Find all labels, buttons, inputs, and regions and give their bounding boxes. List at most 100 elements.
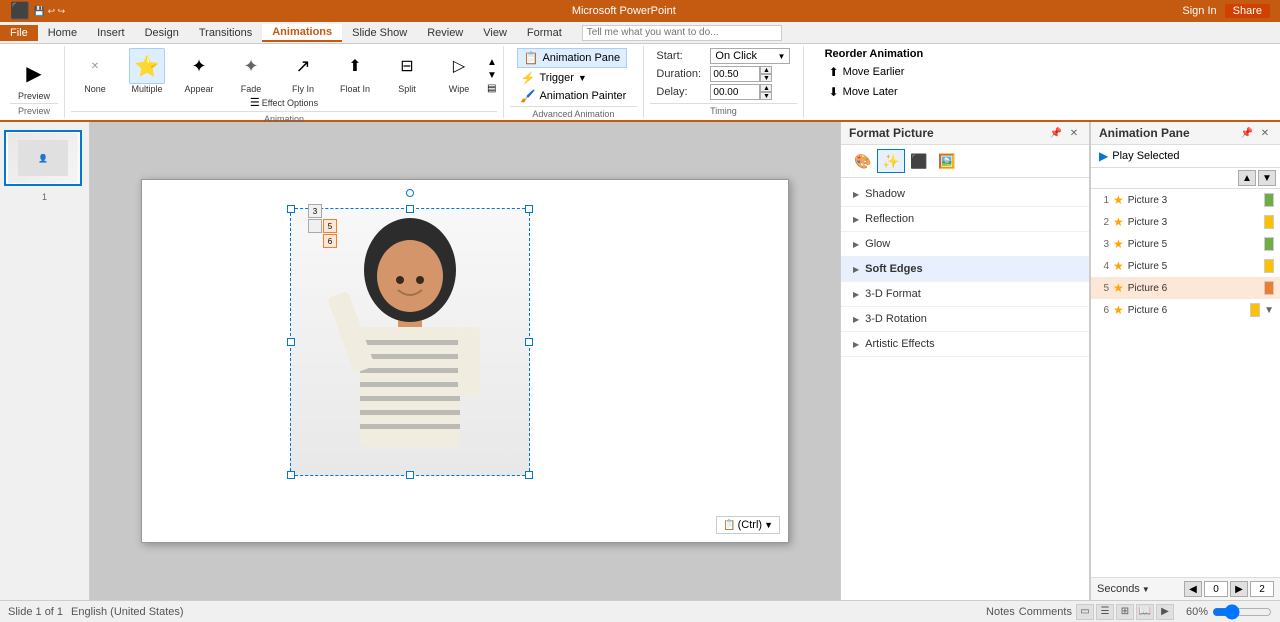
sign-in-link[interactable]: Sign In [1182,5,1216,17]
slideshow-btn[interactable]: ▶ [1156,604,1174,620]
multiple-button[interactable]: ⭐ Multiple [123,48,171,94]
tab-home[interactable]: Home [38,25,87,41]
tab-transitions[interactable]: Transitions [189,25,262,41]
tab-format[interactable]: Format [517,25,572,41]
slide-canvas[interactable]: 3 5 6 📋 (Ctrl) [141,179,789,543]
panel-close-button[interactable]: ✕ [1067,126,1081,140]
move-later-icon: ⬇ [829,85,839,99]
tab-insert[interactable]: Insert [87,25,135,41]
ctrl-tooltip[interactable]: 📋 (Ctrl) ▼ [716,516,780,534]
search-input[interactable] [582,25,782,41]
timeline-next[interactable]: ▶ [1230,581,1248,597]
anim-num-left[interactable] [308,219,322,233]
rotate-handle[interactable] [406,189,414,197]
tab-design[interactable]: Design [135,25,189,41]
glow-header[interactable]: ▶ Glow [841,232,1089,256]
ribbon-group-reorder: Reorder Animation ⬆ Move Earlier ⬇ Move … [804,46,944,118]
panel-icon-picture[interactable]: 🖼️ [933,149,961,173]
normal-view-btn[interactable]: ▭ [1076,604,1094,620]
split-button[interactable]: ⊟ Split [383,48,431,94]
reflection-header[interactable]: ▶ Reflection [841,207,1089,231]
anim-item-6-star: ★ [1113,303,1124,317]
preview-group-label: Preview [10,103,58,116]
trigger-button[interactable]: ⚡ Trigger ▼ [517,70,591,86]
delay-up[interactable]: ▲ [760,84,772,92]
scroll-up-button[interactable]: ▲ [487,57,497,68]
panel-icon-effects[interactable]: ✨ [877,149,905,173]
start-select[interactable]: On Click ▼ [710,48,790,64]
person-image [290,208,530,476]
3d-format-header[interactable]: ▶ 3-D Format [841,282,1089,306]
anim-item-4-star: ★ [1113,259,1124,273]
float-in-button[interactable]: ⬆ Float In [331,48,379,94]
anim-item-5[interactable]: 5 ★ Picture 6 [1091,277,1280,299]
anim-pane-close[interactable]: ✕ [1258,126,1272,140]
slide-sorter-btn[interactable]: ⊞ [1116,604,1134,620]
move-down-button[interactable]: ▼ [1258,170,1276,186]
wipe-button[interactable]: ▷ Wipe [435,48,483,94]
move-up-button[interactable]: ▲ [1238,170,1256,186]
more-animations-button[interactable]: ▤ [487,83,497,94]
slide-thumbnail[interactable]: 👤 [4,130,82,186]
duration-down[interactable]: ▼ [760,74,772,82]
panel-pin-button[interactable]: 📌 [1049,126,1063,140]
anim-badge-5[interactable]: 5 [323,219,337,233]
duration-input[interactable] [710,66,760,82]
start-value: On Click [715,50,757,62]
ribbon-tabs: File Home Insert Design Transitions Anim… [0,22,1280,44]
panel-icon-size[interactable]: ⬛ [905,149,933,173]
panel-icon-fill[interactable]: 🎨 [849,149,877,173]
soft-edges-header[interactable]: ▶ Soft Edges [841,257,1089,281]
effect-options-button[interactable]: ☰ Effect Options [250,96,318,109]
anim-badge-3[interactable]: 3 [308,204,322,218]
notes-button[interactable]: Notes [986,606,1015,618]
fade-button[interactable]: ✦ Fade [227,48,275,94]
fly-in-button[interactable]: ↗ Fly In [279,48,327,94]
anim-pane-pin[interactable]: 📌 [1240,126,1254,140]
anim-item-2[interactable]: 2 ★ Picture 3 [1091,211,1280,233]
play-selected-button[interactable]: ▶ Play Selected [1091,145,1280,168]
outline-view-btn[interactable]: ☰ [1096,604,1114,620]
tab-view[interactable]: View [473,25,517,41]
format-panel-title: Format Picture [849,126,934,140]
tab-animations[interactable]: Animations [262,24,342,42]
animation-painter-button[interactable]: 🖌️ Animation Painter [517,88,631,104]
move-earlier-button[interactable]: ⬆ Move Earlier [825,64,909,80]
anim-item-3[interactable]: 3 ★ Picture 5 [1091,233,1280,255]
share-button[interactable]: Share [1225,4,1270,18]
tab-review[interactable]: Review [417,25,473,41]
delay-input[interactable] [710,84,760,100]
anim-item-3-color [1264,237,1274,251]
preview-button[interactable]: ▶ Preview [10,55,58,101]
artistic-effects-header[interactable]: ▶ Artistic Effects [841,332,1089,356]
soft-edges-label: Soft Edges [865,263,922,275]
tab-file[interactable]: File [0,25,38,41]
anim-item-6[interactable]: 6 ★ Picture 6 ▼ [1091,299,1280,321]
3d-format-label: 3-D Format [865,288,921,300]
timeline-prev[interactable]: ◀ [1184,581,1202,597]
none-button[interactable]: ✕ None [71,48,119,94]
3d-rotation-header[interactable]: ▶ 3-D Rotation [841,307,1089,331]
seconds-dropdown[interactable]: Seconds ▼ [1097,583,1150,595]
anim-badge-6[interactable]: 6 [323,234,337,248]
reading-view-btn[interactable]: 📖 [1136,604,1154,620]
appear-button[interactable]: ✦ Appear [175,48,223,94]
animation-pane-icon: 📋 [524,51,539,65]
tab-slideshow[interactable]: Slide Show [342,25,417,41]
delay-down[interactable]: ▼ [760,92,772,100]
anim-item-4[interactable]: 4 ★ Picture 5 [1091,255,1280,277]
anim-item-1[interactable]: 1 ★ Picture 3 [1091,189,1280,211]
reflection-expand-icon: ▶ [853,215,859,224]
comments-button[interactable]: Comments [1019,606,1072,618]
move-later-button[interactable]: ⬇ Move Later [825,84,902,100]
anim-pane-footer: Seconds ▼ ◀ 0 ▶ 2 [1091,577,1280,600]
zoom-slider[interactable] [1212,606,1272,618]
shadow-section: ▶ Shadow [841,182,1089,207]
anim-item-5-star: ★ [1113,281,1124,295]
shadow-header[interactable]: ▶ Shadow [841,182,1089,206]
duration-up[interactable]: ▲ [760,66,772,74]
scroll-down-button[interactable]: ▼ [487,70,497,81]
glow-section: ▶ Glow [841,232,1089,257]
animation-pane-button[interactable]: 📋 Animation Pane [517,48,628,68]
anim-item-6-arrow: ▼ [1264,305,1274,316]
